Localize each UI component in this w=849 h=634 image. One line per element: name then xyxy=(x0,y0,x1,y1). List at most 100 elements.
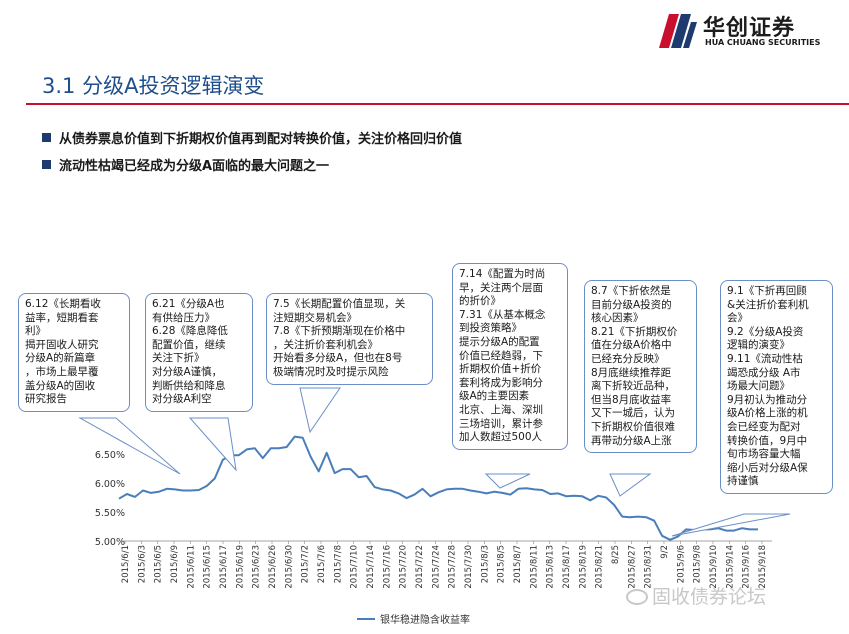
callout-line: 又下一城后，认为 xyxy=(591,407,675,420)
callout-line: 早，关注两个层面 xyxy=(459,281,543,294)
callout-line: 8.21《下折期权价 xyxy=(591,325,678,338)
callout-line: 套利将成为影响分 xyxy=(459,376,543,389)
x-tick-label: 2015/8/21 xyxy=(595,545,605,589)
annotation-callout: 7.14《配置为时尚 早，关注两个层面 的折价》 7.31《从基本概念 到投资策略》 提示… xyxy=(452,263,568,450)
x-tick-label: 2015/6/5 xyxy=(154,545,164,583)
x-tick-label: 2015/6/26 xyxy=(268,545,278,589)
callout-line: 目前分级A投资的 xyxy=(591,298,672,311)
x-tick-label: 2015/7/30 xyxy=(464,545,474,589)
callout-line: 有供给压力》 xyxy=(152,311,215,324)
callout-line: 开始看多分级A，但也在8号 xyxy=(273,352,403,365)
callout-line: 利》 xyxy=(25,325,46,338)
callout-line: 场最大问题》 xyxy=(727,380,790,393)
x-tick-label: 2015/7/10 xyxy=(350,545,360,589)
x-tick-label: 2015/7/16 xyxy=(382,545,392,589)
x-tick-label: 2015/7/22 xyxy=(415,545,425,589)
x-tick-label: 2015/6/17 xyxy=(219,545,229,589)
x-tick-label: 2015/7/6 xyxy=(317,545,327,583)
callout-line: 判断供给和降息 xyxy=(152,379,226,392)
x-tick-label: 2015/8/11 xyxy=(529,545,539,589)
callout-line: 再带动分级A上涨 xyxy=(591,434,672,447)
callout-line: 竭恐成分级 A市 xyxy=(727,366,801,379)
annotation-callout: 7.5《长期配置价值显现，关 注短期交易机会》 7.8《下折预期渐现在价格中 ，关注折… xyxy=(266,293,433,385)
callout-line: 离下折较近品种， xyxy=(591,380,675,393)
x-tick-label: 2015/8/17 xyxy=(562,545,572,589)
callout-line: 加人数超过500人 xyxy=(459,431,543,444)
watermark-text: 固收债券论坛 xyxy=(652,586,767,608)
callout-line: 已经充分反映》 xyxy=(591,352,665,365)
callout-line: 配置价值，继续 xyxy=(152,338,226,351)
x-tick-label: 2015/7/24 xyxy=(431,545,441,589)
callout-line: 7.5《长期配置价值显现，关 xyxy=(273,298,406,310)
x-tick-label: 9/2 xyxy=(660,545,670,559)
callout-line: 9月初认为推动分 xyxy=(727,393,808,406)
callout-line: 的折价》 xyxy=(459,295,501,308)
callout-line: 关注下折》 xyxy=(152,352,205,365)
x-tick-label: 2015/9/6 xyxy=(676,545,686,583)
x-tick-label: 2015/6/30 xyxy=(284,545,294,589)
callout-line: 6.28《降息降低 xyxy=(152,325,228,338)
annotation-callout: 6.21《分级A也 有供给压力》 6.28《降息降低 配置价值，继续 关注下折》对分级A… xyxy=(145,293,253,412)
callout-line: &关注折价套利机 xyxy=(727,298,809,311)
callout-line: 值在分级A价格中 xyxy=(591,339,672,352)
callout-line: ，市场上最早覆 xyxy=(25,365,99,378)
callout-line: 揭开固收人研究 xyxy=(25,338,99,351)
x-tick-label: 2015/8/5 xyxy=(497,545,507,583)
x-tick-label: 2015/6/1 xyxy=(121,545,131,583)
y-tick-label: 5.50% xyxy=(95,508,125,519)
callout-pointer xyxy=(484,473,531,489)
callout-line: 8月底继续推荐距 xyxy=(591,366,672,379)
x-tick-label: 2015/6/15 xyxy=(203,545,213,589)
x-tick-label: 2015/7/2 xyxy=(301,545,311,583)
x-tick-label: 2015/7/14 xyxy=(366,545,376,589)
callout-line: 对分级A利空 xyxy=(152,393,212,406)
annotation-callout: 8.7《下折依然是 目前分级A投资的 核心因素》 8.21《下折期权价 值在分级A价格中… xyxy=(584,280,697,454)
callout-line: 9.1《下折再回顾 xyxy=(727,285,807,297)
x-tick-label: 2015/6/11 xyxy=(186,545,196,589)
callout-pointer xyxy=(609,473,652,497)
callout-line: 价值已经趋弱，下 xyxy=(459,349,543,362)
callout-line: ，关注折价套利机会》 xyxy=(273,338,378,351)
callout-line: 逻辑的演变》 xyxy=(727,339,790,352)
x-tick-label: 2015/9/8 xyxy=(693,545,703,583)
callout-pointer xyxy=(671,513,791,537)
callout-line: 极端情况时及时提示风险 xyxy=(273,365,389,378)
callout-line: 9.11《流动性枯 xyxy=(727,352,803,365)
x-tick-label: 2015/8/7 xyxy=(513,545,523,583)
callout-line: 会已经变为配对 xyxy=(727,420,801,433)
callout-line: 下折期权价值很难 xyxy=(591,420,675,433)
callout-line: 三场培训，累计参 xyxy=(459,417,543,430)
callout-line: 会》 xyxy=(727,312,748,325)
y-tick-label: 6.50% xyxy=(95,450,125,461)
callout-line: 益率，短期看套 xyxy=(25,311,99,324)
y-tick-label: 6.00% xyxy=(95,479,125,490)
callout-line: 9.2《分级A投资 xyxy=(727,325,804,338)
callout-line: 缩小后对分级A保 xyxy=(727,461,808,474)
callout-line: 8.7《下折依然是 xyxy=(591,285,671,297)
x-tick-label: 2015/7/8 xyxy=(333,545,343,583)
x-tick-label: 2015/8/3 xyxy=(480,545,490,583)
callout-line: 到投资策略》 xyxy=(459,322,522,335)
callout-line: 6.21《分级A也 xyxy=(152,298,225,310)
x-tick-label: 2015/6/19 xyxy=(235,545,245,589)
callout-line: 7.31《从基本概念 xyxy=(459,308,546,321)
legend-label: 银华稳进隐含收益率 xyxy=(380,613,470,626)
callout-line: 7.8《下折预期渐现在价格中 xyxy=(273,325,406,338)
annotation-callout: 6.12《长期看收 益率，短期看套 利》 揭开固收人研究 分级A的新篇章 ，市场上最早覆盖… xyxy=(18,293,130,412)
callout-line: 6.12《长期看收 xyxy=(25,298,101,310)
callout-line: 注短期交易机会》 xyxy=(273,311,357,324)
callout-line: 核心因素》 xyxy=(591,312,644,325)
x-tick-label: 2015/6/9 xyxy=(170,545,180,583)
callout-line: 旬市场容量大幅 xyxy=(727,448,801,461)
callout-line: 研究报告 xyxy=(25,393,67,406)
callout-pointer xyxy=(78,417,181,475)
callout-line: 级A的主要因素 xyxy=(459,390,530,403)
x-tick-label: 2015/7/20 xyxy=(399,545,409,589)
callout-line: 折期权价值+折价 xyxy=(459,363,542,376)
callout-line: 分级A的新篇章 xyxy=(25,352,96,365)
callout-line: 7.14《配置为时尚 xyxy=(459,268,546,280)
callout-line: 提示分级A的配置 xyxy=(459,335,540,348)
x-tick-label: 2015/6/23 xyxy=(252,545,262,589)
x-tick-label: 2015/6/3 xyxy=(137,545,147,583)
callout-line: 持谨慎 xyxy=(727,475,759,488)
